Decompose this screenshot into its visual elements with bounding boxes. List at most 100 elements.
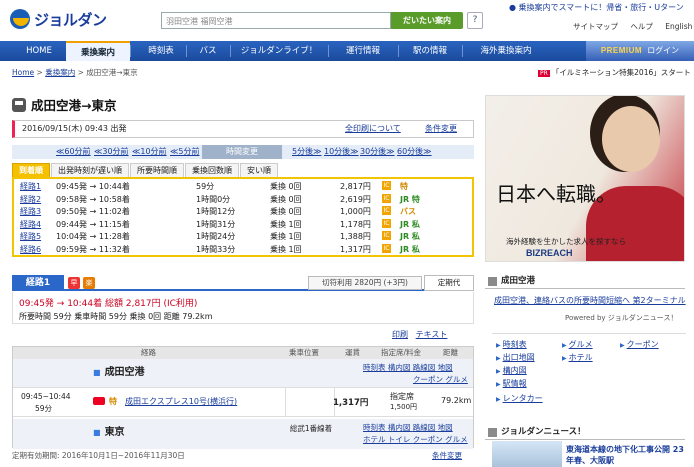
time-change-button[interactable]: 時間変更 [202,145,282,159]
side-exit-map-link[interactable]: 出口地図 [496,351,535,365]
side-hotel-link[interactable]: ホテル [562,351,593,365]
end-line-map-link[interactable]: 路線図 [413,423,436,432]
end-toilet-link[interactable]: トイレ [388,435,411,444]
pr-banner[interactable]: PR 「イルミネーション特集2016」スタート [538,67,691,78]
next-60-link[interactable]: 60分後≫ [397,145,432,159]
route-name[interactable]: 経路6 [20,244,41,256]
side-coupon-link[interactable]: クーポン [620,338,659,352]
route-name[interactable]: 経路1 [20,181,41,193]
start-station-name[interactable]: 成田空港 [93,359,145,387]
route-row[interactable]: 経路5 10:04発 → 11:28着 1時間24分 乗換 1回 1,388円 JR 私 I… [20,231,470,243]
side-inside-map-link[interactable]: 構内図 [496,364,527,378]
start-coupon-link[interactable]: クーポン [413,375,443,384]
end-timetable-link[interactable]: 時刻表 [363,423,386,432]
next-10-link[interactable]: 10分後≫ [324,145,359,159]
route-name[interactable]: 経路5 [20,231,41,243]
header-promo[interactable]: ● 乗換案内でスマートに！帰省・旅行・Uターン [509,2,684,13]
breadcrumb-home[interactable]: Home [12,68,34,77]
nav-bus[interactable]: バス [188,41,228,61]
breadcrumb-transfer[interactable]: 乗換案内 [45,68,75,77]
route-row[interactable]: 経路1 09:45発 → 10:44着 59分 乗換 0回 2,817円 特 IC [20,181,470,193]
tab-route-1[interactable]: 経路1 [12,275,64,291]
prev-30-link[interactable]: ≪30分前 [94,145,129,159]
tab-arrival[interactable]: 到着順 [12,163,50,177]
segment-train[interactable]: 成田エクスプレス10号(横浜行) [125,396,237,407]
search-input[interactable]: 羽田空港 福岡空港 [161,12,391,29]
side-news-headline[interactable]: 成田空港、連絡バスの所要時間短縮へ 第2ターミナル [494,295,686,306]
tab-transfers[interactable]: 乗換回数順 [185,163,239,177]
nav-overseas[interactable]: 海外乗換案内 [466,41,546,61]
tab-duration[interactable]: 所要時間順 [130,163,184,177]
prev-5-link[interactable]: ≪5分前 [170,145,199,159]
side-rentacar-link[interactable]: レンタカー [496,392,543,406]
logo[interactable]: ジョルダン [10,8,107,30]
english-link[interactable]: English [665,22,692,31]
text-link[interactable]: テキスト [416,330,448,339]
side-station-info-link[interactable]: 駅情報 [496,377,527,391]
route-row[interactable]: 経路6 09:59発 → 11:32着 1時間33分 乗換 1回 1,317円 JR 私 I… [20,243,470,256]
next-5-link[interactable]: 5分後≫ [292,145,321,159]
route-fare: 1,388円 [340,232,371,241]
end-links-2: ホテル トイレ クーポン グルメ [363,434,468,445]
start-map-link[interactable]: 地図 [438,363,453,372]
tab-cheap[interactable]: 安い順 [240,163,278,177]
ic-card-icon: IC [382,206,391,215]
ad-logo: BIZREACH [526,248,573,258]
breadcrumb: Home > 乗換案内 > 成田空港→東京 [12,68,138,77]
end-hotel-link[interactable]: ホテル [363,435,386,444]
route-name[interactable]: 経路4 [20,219,41,231]
news2-image[interactable] [492,441,562,467]
sort-tabs: 到着順 出発時刻が遅い順 所要時間順 乗換回数順 安い順 [12,163,279,177]
prev-60-link[interactable]: ≪60分前 [56,145,91,159]
tab-late-departure[interactable]: 出発時刻が遅い順 [51,163,129,177]
route-transfers: 乗換 0回 [270,182,302,191]
nav-operation[interactable]: 運行情報 [332,41,394,61]
ticket-fare-toggle[interactable]: 切符利用 2820円 (+3円) [308,276,422,290]
next-30-link[interactable]: 30分後≫ [360,145,395,159]
print-all-link[interactable]: 全印刷について [345,121,401,137]
start-gourmet-link[interactable]: グルメ [445,375,468,384]
end-map-link[interactable]: 地図 [438,423,453,432]
hdr-distance: 距離 [443,348,458,357]
hdr-seat: 指定席/料金 [381,348,422,357]
route-row[interactable]: 経路4 09:44発 → 11:15着 1時間31分 乗換 1回 1,178円 JR 私 I… [20,218,470,231]
print-link[interactable]: 印刷 [392,330,408,339]
end-station-name[interactable]: 東京 [93,419,125,447]
sitemap-link[interactable]: サイトマップ [573,22,618,31]
route-kind: バス [400,207,416,216]
start-map-inside-link[interactable]: 構内図 [388,363,411,372]
start-line-map-link[interactable]: 路線図 [413,363,436,372]
condition-change-link[interactable]: 条件変更 [425,121,457,137]
nav-home[interactable]: HOME [18,41,60,61]
end-gourmet-link[interactable]: グルメ [445,435,468,444]
ic-card-icon: IC [382,181,391,190]
nav-timetable[interactable]: 時刻表 [136,41,186,61]
start-timetable-link[interactable]: 時刻表 [363,363,386,372]
route-row[interactable]: 経路3 09:50発 → 11:02着 1時間12分 乗換 0回 1,000円 バス IC [20,206,470,218]
route-time: 09:50発 → 11:02着 [56,207,130,216]
segment-distance: 79.2km [441,396,472,405]
route-name[interactable]: 経路2 [20,194,41,206]
ad-person [602,106,660,172]
end-map-inside-link[interactable]: 構内図 [388,423,411,432]
nav-transfer[interactable]: 乗換案内 [66,41,130,61]
prev-10-link[interactable]: ≪10分前 [132,145,167,159]
help-link[interactable]: ヘルプ [630,22,653,31]
side-links: 時刻表 出口地図 構内図 駅情報 レンタカー グルメ ホテル クーポン [492,333,686,417]
footer-condition-link[interactable]: 条件変更 [432,450,462,461]
nav-live[interactable]: ジョルダンライブ！ [232,41,326,61]
commuter-pass-button[interactable]: 定期代 [424,275,474,291]
route-row[interactable]: 経路2 09:58発 → 10:58着 1時間0分 乗換 0回 2,619円 JR 特 IC [20,193,470,206]
ad-banner[interactable]: 日本へ転職。 海外経験を生かした求人を探すなら BIZREACH [485,95,685,262]
help-icon[interactable]: ? [467,12,483,29]
route-transfers: 乗換 0回 [270,194,302,204]
route-name[interactable]: 経路3 [20,206,41,218]
end-coupon-link[interactable]: クーポン [413,435,443,444]
side-gourmet-link[interactable]: グルメ [562,338,593,352]
premium-login[interactable]: PREMIUM ログイン [586,41,694,61]
news2-headline[interactable]: 東海道本線の地下化工事公開 23年春、大阪駅 [566,444,691,466]
nav-station[interactable]: 駅の情報 [402,41,458,61]
premium-label: PREMIUM [600,46,643,55]
side-timetable-link[interactable]: 時刻表 [496,338,527,352]
search-button[interactable]: だいたい案内 [391,12,463,29]
